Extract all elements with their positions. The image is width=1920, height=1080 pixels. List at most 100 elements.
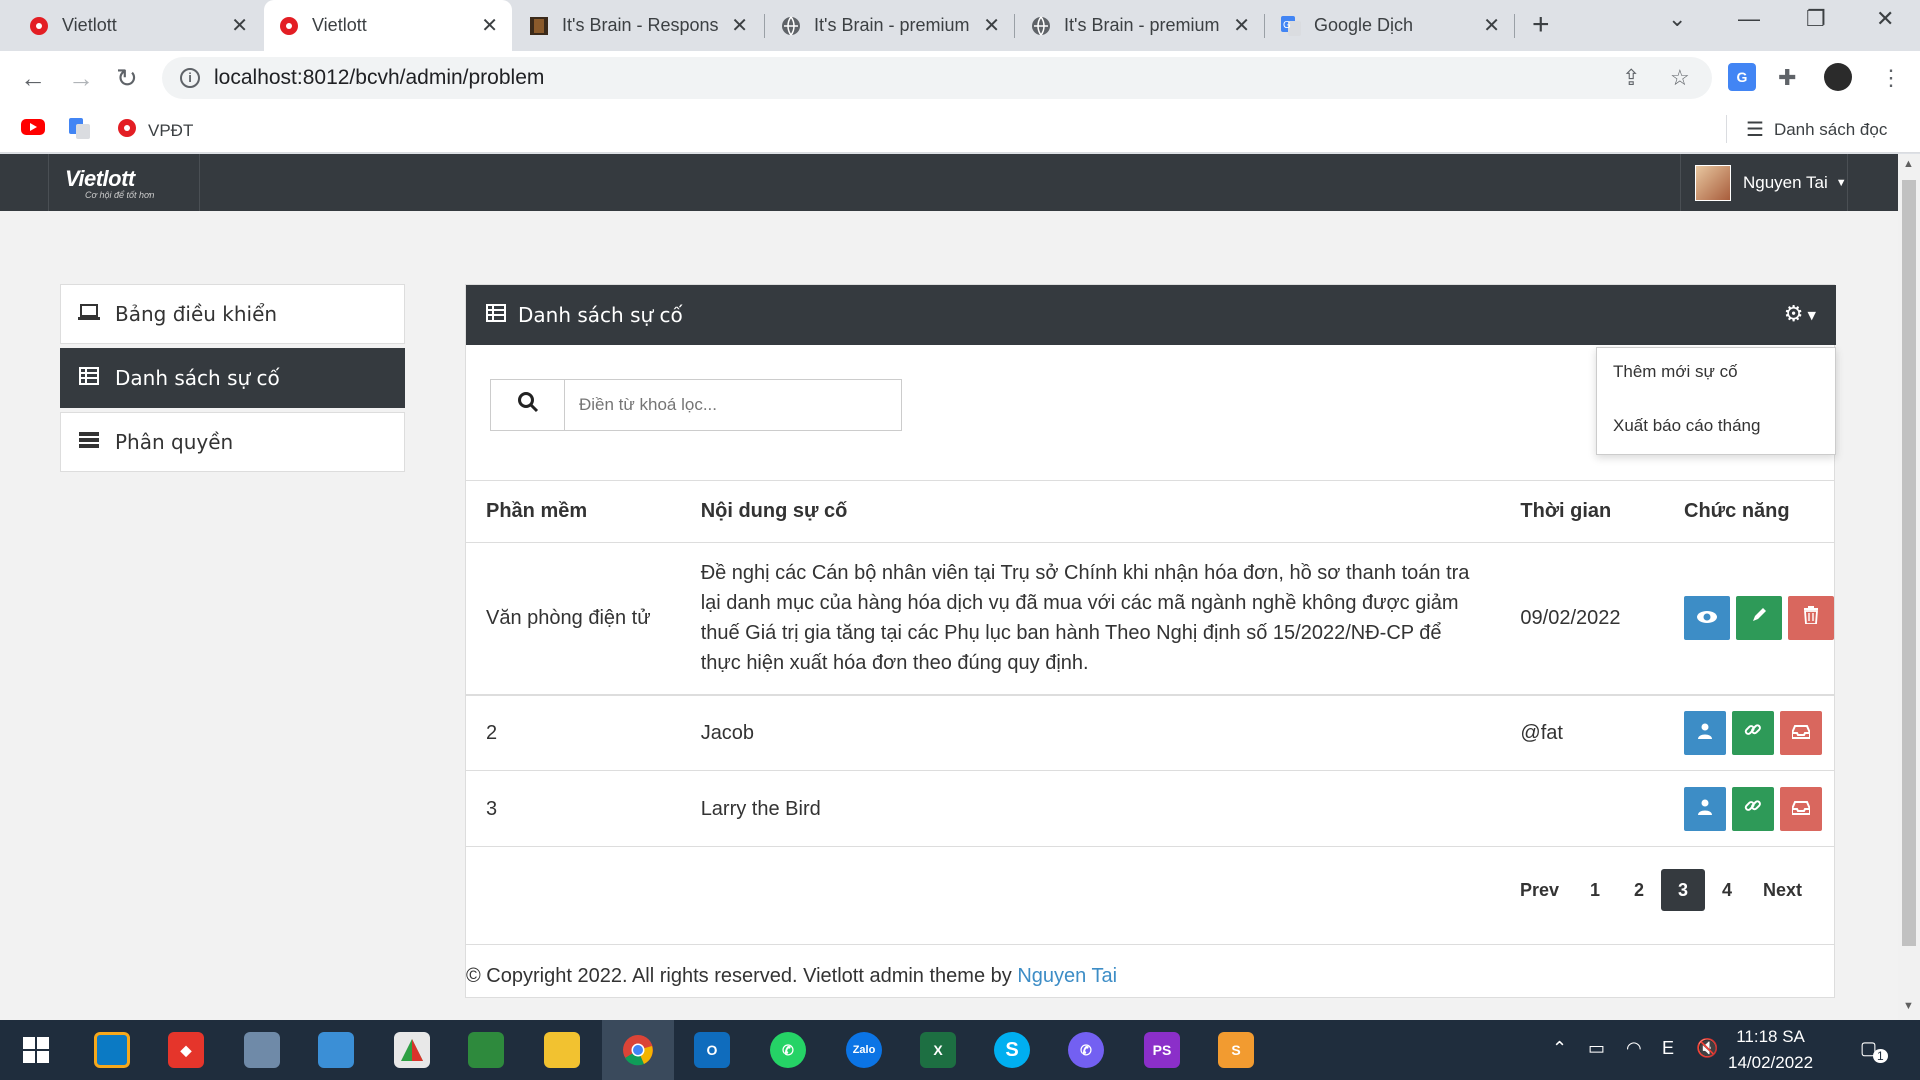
system-clock[interactable]: 11:18 SA 14/02/2022 xyxy=(1728,1024,1813,1076)
volume-muted-icon[interactable]: 🔇 xyxy=(1696,1038,1718,1059)
close-icon[interactable]: ✕ xyxy=(481,13,498,38)
forward-icon[interactable]: → xyxy=(68,63,94,94)
pagination-next[interactable]: Next xyxy=(1748,869,1816,911)
user-name: Nguyen Tai xyxy=(1743,172,1828,192)
pagination-page[interactable]: 1 xyxy=(1572,869,1617,911)
extensions-puzzle-icon[interactable]: ✚ xyxy=(1778,65,1796,91)
youtube-bookmark[interactable] xyxy=(20,117,46,142)
profile-avatar-icon[interactable] xyxy=(1824,63,1852,91)
tray-chevron-up-icon[interactable]: ⌃ xyxy=(1552,1038,1567,1059)
browser-tab[interactable]: It's Brain - Respons ✕ xyxy=(514,0,762,51)
vietlott-logo[interactable]: Vietlott Cơ hội để tốt hơn xyxy=(48,154,200,211)
site-info-icon[interactable]: i xyxy=(180,68,200,88)
browser-tab[interactable]: G Google Dịch ✕ xyxy=(1266,0,1514,51)
close-icon[interactable]: ✕ xyxy=(983,13,1000,38)
scroll-down-icon[interactable]: ▼ xyxy=(1903,1000,1914,1012)
sidebar-item-dashboard[interactable]: Bảng điều khiển xyxy=(60,284,405,344)
list-icon xyxy=(77,431,101,454)
panel-title: Danh sách sự cố xyxy=(518,303,683,327)
viber-icon[interactable]: ✆ xyxy=(1068,1032,1104,1068)
user-menu-toggle[interactable]: Nguyen Tai ▼ xyxy=(1680,154,1848,211)
delete-button[interactable] xyxy=(1788,596,1834,641)
reload-icon[interactable]: ↻ xyxy=(116,63,138,94)
control-panel-icon[interactable] xyxy=(318,1032,354,1068)
user-button[interactable] xyxy=(1684,710,1726,755)
close-icon[interactable]: ✕ xyxy=(1483,13,1500,38)
outlook-icon[interactable]: O xyxy=(694,1032,730,1068)
link-button[interactable] xyxy=(1732,786,1774,831)
restore-icon[interactable]: ❐ xyxy=(1806,6,1826,32)
network-app-icon[interactable] xyxy=(244,1032,280,1068)
url-text[interactable]: localhost:8012/bcvh/admin/problem xyxy=(214,66,544,90)
google-translate-extension-icon[interactable]: G xyxy=(1728,63,1756,91)
edit-button[interactable] xyxy=(1736,596,1782,641)
menu-item-add-incident[interactable]: Thêm mới sự cố xyxy=(1613,362,1738,382)
sidebar-item-incident-list[interactable]: Danh sách sự cố xyxy=(60,348,405,408)
sublime-text-icon[interactable]: S xyxy=(1218,1032,1254,1068)
inbox-button[interactable] xyxy=(1780,786,1822,831)
notepad-app-icon[interactable] xyxy=(468,1032,504,1068)
notification-center-icon[interactable]: ▢1 xyxy=(1860,1038,1892,1063)
reading-list-button[interactable]: ☰ Danh sách đọc xyxy=(1746,117,1887,142)
close-icon[interactable]: ✕ xyxy=(731,13,748,38)
input-method-icon[interactable]: E xyxy=(1662,1038,1674,1059)
user-button[interactable] xyxy=(1684,786,1726,831)
inbox-button[interactable] xyxy=(1780,710,1822,755)
sidebar-item-permissions[interactable]: Phân quyền xyxy=(60,412,405,472)
scrollbar-thumb[interactable] xyxy=(1902,180,1916,946)
bookmark-star-icon[interactable]: ☆ xyxy=(1670,65,1690,91)
file-explorer-icon[interactable] xyxy=(544,1032,580,1068)
search-button[interactable] xyxy=(491,380,565,430)
scroll-up-icon[interactable]: ▲ xyxy=(1903,158,1914,170)
vpdt-bookmark[interactable]: VPĐT xyxy=(116,117,193,144)
chrome-icon[interactable] xyxy=(620,1032,656,1068)
author-link[interactable]: Nguyen Tai xyxy=(1017,965,1117,987)
youtube-icon xyxy=(20,117,46,142)
settings-menu-toggle[interactable]: ⚙ ▼ xyxy=(1784,302,1816,327)
tab-title: It's Brain - premium xyxy=(1064,15,1220,35)
battery-icon[interactable]: ▭ xyxy=(1588,1038,1605,1059)
cell-actions xyxy=(1664,770,1834,847)
browser-tab[interactable]: It's Brain - premium ✕ xyxy=(766,0,1014,51)
vm-app-icon[interactable] xyxy=(94,1032,130,1068)
page-scrollbar[interactable]: ▲ ▼ xyxy=(1898,154,1920,1020)
link-button[interactable] xyxy=(1732,710,1774,755)
zalo-icon[interactable]: Zalo xyxy=(846,1032,882,1068)
excel-icon[interactable]: X xyxy=(920,1032,956,1068)
pagination-page[interactable]: 4 xyxy=(1704,869,1749,911)
skype-icon[interactable]: S xyxy=(994,1032,1030,1068)
browser-menu-icon[interactable]: ⋮ xyxy=(1880,65,1902,91)
cell-actions xyxy=(1664,542,1834,696)
whatsapp-icon[interactable]: ✆ xyxy=(770,1032,806,1068)
browser-tab[interactable]: It's Brain - premium ✕ xyxy=(1016,0,1264,51)
google-translate-bookmark[interactable] xyxy=(68,117,92,146)
tab-search-icon[interactable]: ⌄ xyxy=(1668,6,1686,32)
avatar xyxy=(1695,164,1731,201)
menu-item-export-report[interactable]: Xuất báo cáo tháng xyxy=(1613,416,1760,436)
pagination-page[interactable]: 2 xyxy=(1616,869,1661,911)
column-header-software: Phần mềm xyxy=(466,480,681,543)
close-icon[interactable]: ✕ xyxy=(231,13,248,38)
close-icon[interactable]: ✕ xyxy=(1233,13,1250,38)
browser-tab[interactable]: Vietlott ✕ xyxy=(14,0,262,51)
phpstorm-icon[interactable]: PS xyxy=(1144,1032,1180,1068)
minimize-icon[interactable]: — xyxy=(1738,6,1760,32)
drawing-app-icon[interactable] xyxy=(394,1032,430,1068)
windows-start-icon[interactable] xyxy=(18,1032,54,1068)
column-header-content: Nội dung sự cố xyxy=(680,480,1501,543)
pagination-page-current[interactable]: 3 xyxy=(1660,869,1705,911)
search-input[interactable] xyxy=(565,380,901,430)
table-header-row: Phần mềm Nội dung sự cố Thời gian Chức n… xyxy=(466,480,1834,543)
pagination-prev[interactable]: Prev xyxy=(1505,869,1573,911)
new-tab-icon[interactable]: + xyxy=(1532,8,1550,42)
wifi-icon[interactable]: ◠ xyxy=(1626,1038,1642,1059)
vietlott-icon xyxy=(28,15,50,37)
window-close-icon[interactable]: ✕ xyxy=(1876,6,1894,32)
view-button[interactable] xyxy=(1684,596,1730,641)
anydesk-icon[interactable]: ◆ xyxy=(168,1032,204,1068)
share-icon[interactable]: ⇪ xyxy=(1622,65,1640,91)
address-bar[interactable]: i localhost:8012/bcvh/admin/problem xyxy=(162,57,1712,99)
browser-tab-active[interactable]: Vietlott ✕ xyxy=(264,0,512,51)
back-icon[interactable]: ← xyxy=(20,63,46,94)
sidebar-item-label: Phân quyền xyxy=(115,430,234,454)
